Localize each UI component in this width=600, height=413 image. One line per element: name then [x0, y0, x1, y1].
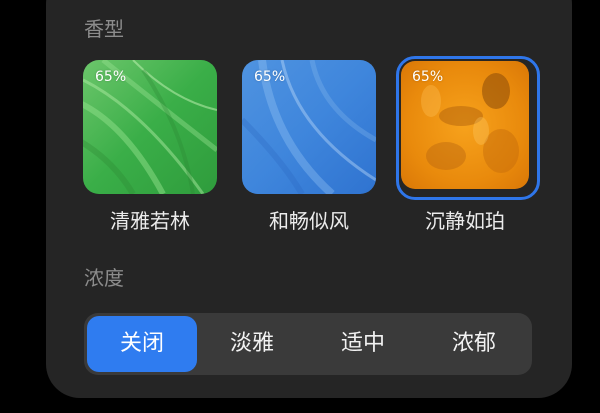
wind-percent-label: 65% [254, 69, 286, 85]
scent-option-forest[interactable]: 65% [83, 60, 217, 194]
scent-name-forest: 清雅若林 [110, 209, 190, 233]
intensity-section-label: 浓度 [84, 266, 124, 290]
amber-percent-label: 65% [412, 69, 444, 85]
intensity-segmented-control: 关闭 淡雅 适中 浓郁 [84, 313, 532, 375]
intensity-option-strong[interactable]: 浓郁 [419, 316, 529, 372]
scent-option-amber[interactable]: 65% [401, 61, 529, 189]
intensity-option-light[interactable]: 淡雅 [197, 316, 307, 372]
scent-name-wind: 和畅似风 [269, 209, 349, 233]
forest-percent-label: 65% [95, 69, 127, 85]
intensity-option-off[interactable]: 关闭 [87, 316, 197, 372]
scent-name-amber: 沉静如珀 [425, 209, 505, 233]
scent-option-wind[interactable]: 65% [242, 60, 376, 194]
scent-section-label: 香型 [84, 17, 124, 41]
intensity-option-medium[interactable]: 适中 [308, 316, 418, 372]
